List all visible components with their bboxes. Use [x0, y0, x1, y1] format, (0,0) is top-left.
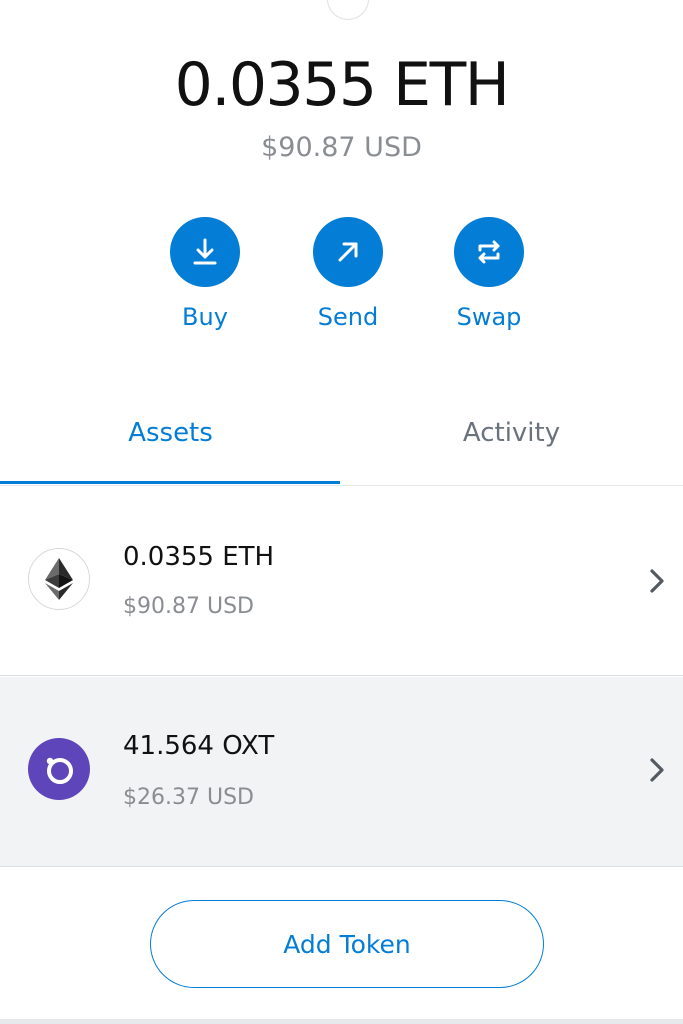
tab-assets[interactable]: Assets	[0, 380, 341, 486]
tab-bar: Assets Activity	[0, 380, 683, 486]
tab-activity[interactable]: Activity	[341, 380, 682, 486]
asset-fiat-value: $90.87 USD	[123, 594, 254, 619]
account-avatar[interactable]	[327, 0, 369, 20]
bottom-divider	[0, 1019, 683, 1024]
asset-row-oxt[interactable]: 41.564 OXT $26.37 USD	[0, 677, 683, 867]
send-label: Send	[317, 303, 379, 331]
swap-button[interactable]: Swap	[434, 217, 544, 332]
asset-amount: 41.564 OXT	[123, 731, 275, 761]
orchid-icon	[28, 738, 90, 800]
buy-button[interactable]: Buy	[150, 217, 260, 332]
balance-secondary: $90.87 USD	[261, 132, 422, 163]
balance-primary: 0.0355 ETH	[174, 50, 510, 120]
download-icon	[170, 217, 240, 287]
asset-row-eth[interactable]: 0.0355 ETH $90.87 USD	[0, 486, 683, 676]
ethereum-icon	[28, 548, 90, 610]
add-token-button[interactable]: Add Token	[150, 900, 544, 988]
swap-label: Swap	[456, 303, 522, 331]
action-buttons: Buy Send Swap	[0, 217, 683, 337]
chevron-right-icon	[650, 758, 664, 782]
active-tab-indicator	[0, 481, 340, 484]
chevron-right-icon	[650, 569, 664, 593]
asset-fiat-value: $26.37 USD	[123, 785, 254, 810]
wallet-overview: 0.0355 ETH $90.87 USD Buy Send Swap Asse…	[0, 0, 683, 1024]
send-button[interactable]: Send	[293, 217, 403, 332]
arrow-up-right-icon	[313, 217, 383, 287]
asset-amount: 0.0355 ETH	[123, 542, 275, 572]
swap-icon	[454, 217, 524, 287]
buy-label: Buy	[182, 303, 228, 331]
